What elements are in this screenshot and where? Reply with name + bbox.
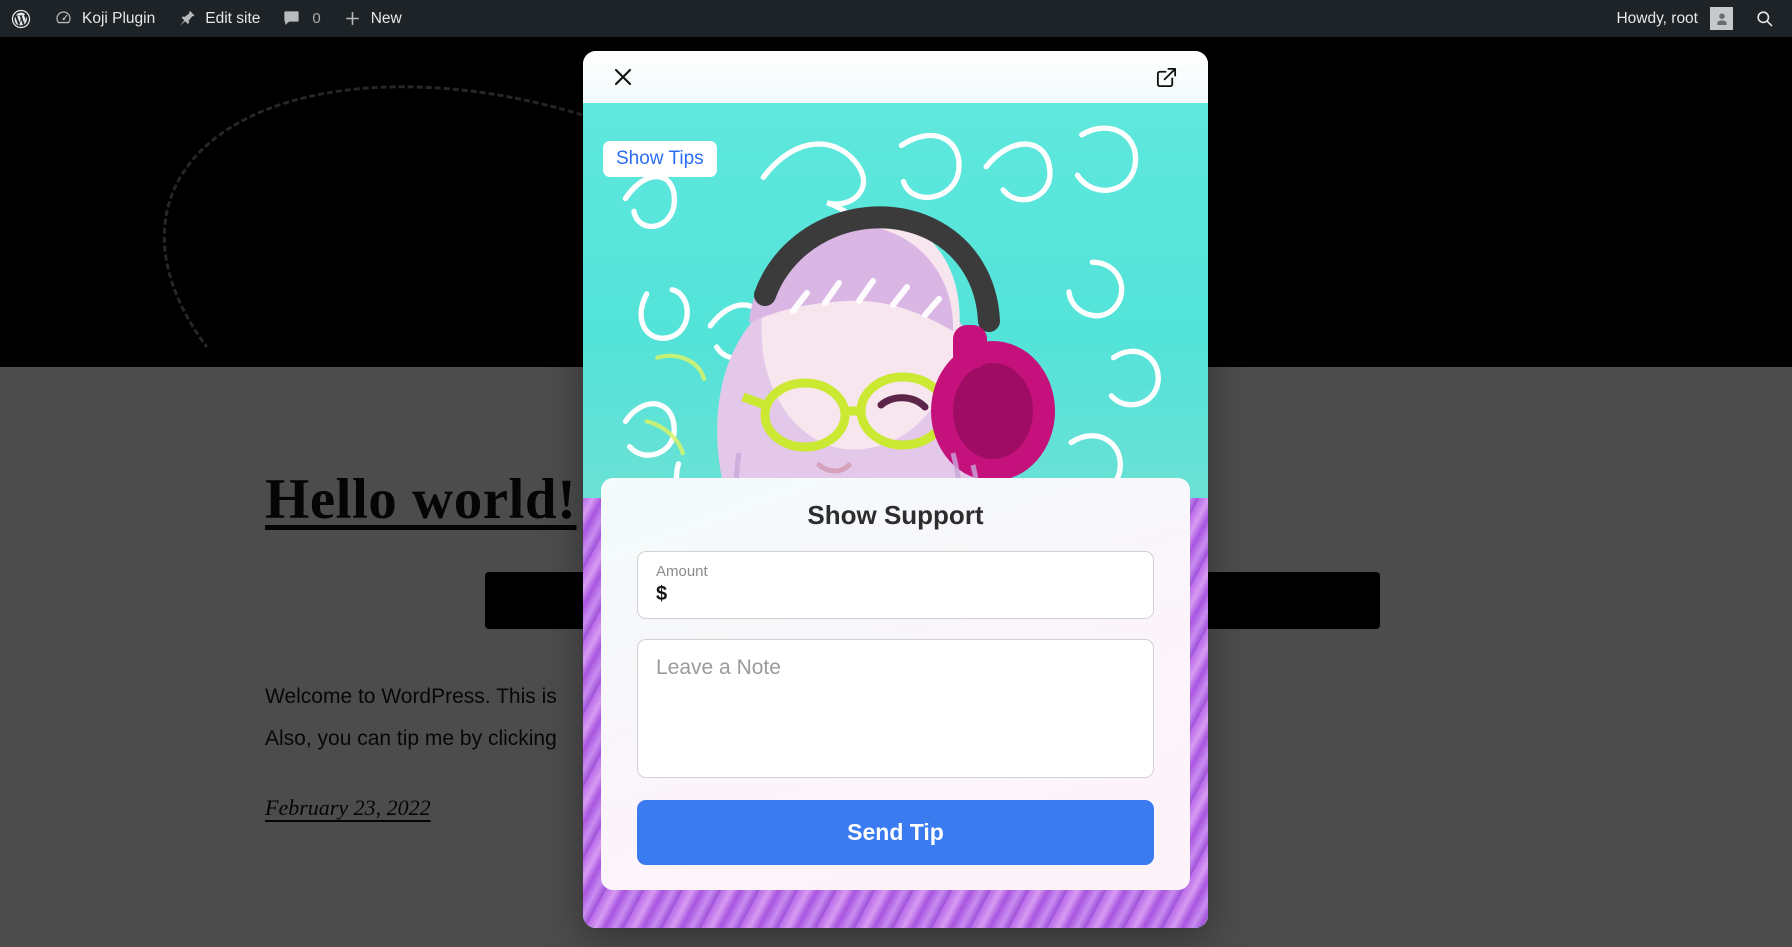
plus-icon bbox=[343, 9, 362, 28]
adminbar-right: Howdy, root bbox=[1608, 7, 1792, 30]
amount-input-value: $ bbox=[656, 583, 668, 605]
adminbar-item-koji-plugin[interactable]: Koji Plugin bbox=[43, 0, 166, 37]
screen: Koji Plugin Edit site 0 New Howdy, root … bbox=[0, 0, 1792, 947]
adminbar-item-comments[interactable]: 0 bbox=[271, 0, 331, 37]
note-textarea[interactable]: Leave a Note bbox=[637, 639, 1154, 778]
dashboard-icon bbox=[54, 9, 73, 28]
comment-count: 0 bbox=[312, 10, 321, 27]
wordpress-logo-icon[interactable] bbox=[0, 0, 43, 37]
tip-modal: Show Tips Show Support Amount $ Leave a … bbox=[583, 51, 1208, 928]
adminbar-item-label: New bbox=[370, 9, 402, 27]
support-card: Show Support Amount $ Leave a Note Send … bbox=[601, 478, 1190, 890]
external-link-icon[interactable] bbox=[1151, 62, 1182, 93]
amount-field[interactable]: Amount $ bbox=[637, 551, 1154, 619]
adminbar-item-edit-site[interactable]: Edit site bbox=[166, 0, 271, 37]
pin-icon bbox=[177, 9, 196, 28]
comment-icon bbox=[282, 9, 301, 28]
adminbar-howdy[interactable]: Howdy, root bbox=[1608, 7, 1745, 30]
howdy-label: Howdy, root bbox=[1616, 9, 1698, 27]
search-icon bbox=[1755, 9, 1774, 28]
amount-label: Amount bbox=[656, 563, 708, 580]
adminbar-item-new[interactable]: New bbox=[332, 0, 413, 37]
modal-header bbox=[583, 51, 1208, 103]
user-avatar-icon bbox=[1710, 7, 1733, 30]
adminbar-item-label: Koji Plugin bbox=[82, 9, 156, 27]
show-tips-button[interactable]: Show Tips bbox=[603, 141, 717, 177]
close-icon[interactable] bbox=[607, 61, 639, 93]
adminbar-search-button[interactable] bbox=[1745, 9, 1792, 28]
wp-admin-bar: Koji Plugin Edit site 0 New Howdy, root bbox=[0, 0, 1792, 37]
support-title: Show Support bbox=[807, 500, 984, 530]
send-tip-button[interactable]: Send Tip bbox=[637, 800, 1154, 865]
adminbar-item-label: Edit site bbox=[205, 9, 261, 27]
modal-body: Show Tips Show Support Amount $ Leave a … bbox=[583, 103, 1208, 928]
